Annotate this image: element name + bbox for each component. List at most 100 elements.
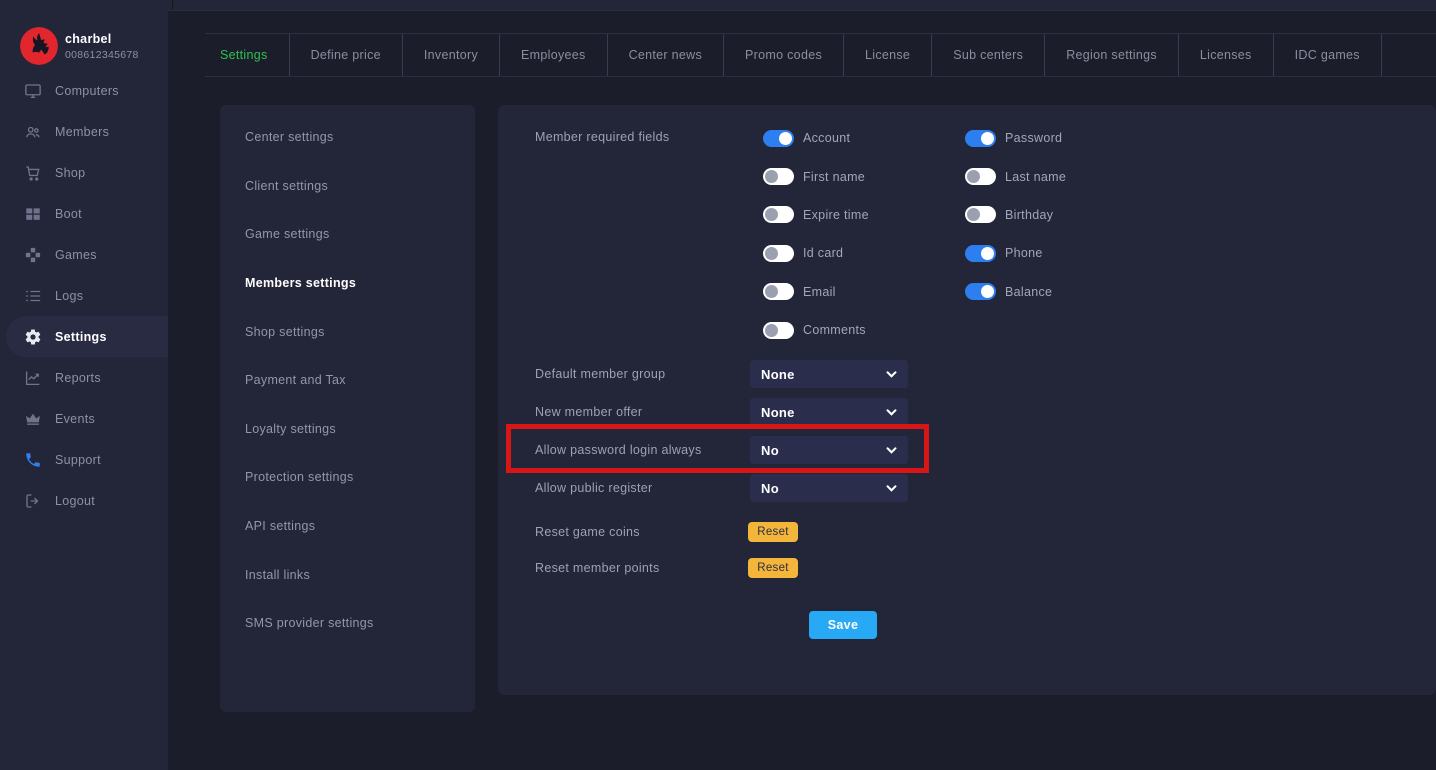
- sidebar-item-logs[interactable]: Logs: [0, 275, 168, 316]
- sidebar-item-reports[interactable]: Reports: [0, 357, 168, 398]
- tab-settings[interactable]: Settings: [205, 34, 290, 76]
- sidebar-item-boot[interactable]: Boot: [0, 193, 168, 234]
- subnav-api-settings[interactable]: API settings: [220, 502, 475, 551]
- toggle-switch[interactable]: [763, 322, 794, 339]
- subnav-sms-provider-settings[interactable]: SMS provider settings: [220, 599, 475, 648]
- toggle-switch[interactable]: [763, 206, 794, 223]
- top-strip: [0, 0, 1436, 10]
- user-profile[interactable]: charbel 008612345678: [20, 27, 139, 65]
- toggle-birthday[interactable]: Birthday: [965, 206, 1167, 223]
- toggle-switch[interactable]: [763, 283, 794, 300]
- tab-center-news[interactable]: Center news: [608, 34, 724, 76]
- field-label: Reset game coins: [535, 525, 748, 539]
- field-reset-game-coins: Reset game coins Reset: [535, 522, 915, 542]
- monitor-icon: [24, 82, 42, 100]
- sidebar-item-label: Members: [55, 125, 109, 139]
- subnav-payment-and-tax[interactable]: Payment and Tax: [220, 356, 475, 405]
- toggle-knob: [967, 170, 980, 183]
- chevron-down-icon: [886, 371, 897, 378]
- toggle-password[interactable]: Password: [965, 130, 1167, 147]
- allow-password-login-always-select[interactable]: No: [750, 436, 908, 464]
- field-label: New member offer: [535, 405, 750, 419]
- field-reset-member-points: Reset member points Reset: [535, 558, 915, 578]
- field-label: Default member group: [535, 367, 750, 381]
- save-button[interactable]: Save: [809, 611, 877, 639]
- toggle-expire-time[interactable]: Expire time: [763, 206, 965, 223]
- tab-inventory[interactable]: Inventory: [403, 34, 500, 76]
- sidebar-item-label: Shop: [55, 166, 85, 180]
- subnav-game-settings[interactable]: Game settings: [220, 210, 475, 259]
- phone-icon: [24, 451, 42, 469]
- toggle-switch[interactable]: [763, 168, 794, 185]
- tab-promo-codes[interactable]: Promo codes: [724, 34, 844, 76]
- tab-define-price[interactable]: Define price: [290, 34, 403, 76]
- default-member-group-select[interactable]: None: [750, 360, 908, 388]
- tab-sub-centers[interactable]: Sub centers: [932, 34, 1045, 76]
- field-label: Reset member points: [535, 561, 748, 575]
- toggle-label: Expire time: [803, 208, 869, 222]
- toggle-switch[interactable]: [965, 130, 996, 147]
- toggle-switch[interactable]: [763, 130, 794, 147]
- toggle-label: Id card: [803, 246, 843, 260]
- new-member-offer-select[interactable]: None: [750, 398, 908, 426]
- sidebar-item-settings[interactable]: Settings: [6, 316, 168, 357]
- sidebar-item-events[interactable]: Events: [0, 398, 168, 439]
- sidebar-item-label: Events: [55, 412, 95, 426]
- toggle-knob: [981, 285, 994, 298]
- windows-icon: [24, 205, 42, 223]
- sidebar-item-shop[interactable]: Shop: [0, 152, 168, 193]
- sidebar-item-label: Reports: [55, 371, 101, 385]
- toggle-switch[interactable]: [965, 206, 996, 223]
- toggle-last-name[interactable]: Last name: [965, 168, 1167, 185]
- reset-game-coins-button[interactable]: Reset: [748, 522, 798, 542]
- subnav-install-links[interactable]: Install links: [220, 550, 475, 599]
- sidebar-item-games[interactable]: Games: [0, 234, 168, 275]
- toggle-switch[interactable]: [965, 168, 996, 185]
- toggle-id-card[interactable]: Id card: [763, 245, 965, 262]
- toggle-switch[interactable]: [965, 283, 996, 300]
- subnav-loyalty-settings[interactable]: Loyalty settings: [220, 405, 475, 454]
- allow-public-register-select[interactable]: No: [750, 474, 908, 502]
- tab-license[interactable]: License: [844, 34, 932, 76]
- toggle-label: Email: [803, 285, 836, 299]
- sidebar-item-computers[interactable]: Computers: [0, 70, 168, 111]
- sidebar-item-label: Settings: [55, 330, 107, 344]
- settings-subnav-panel: Center settings Client settings Game set…: [220, 105, 475, 712]
- toggle-knob: [765, 247, 778, 260]
- toggle-knob: [967, 208, 980, 221]
- top-strip-divider: [172, 0, 173, 10]
- toggle-email[interactable]: Email: [763, 283, 965, 300]
- sidebar-item-logout[interactable]: Logout: [0, 480, 168, 521]
- subnav-members-settings[interactable]: Members settings: [220, 259, 475, 308]
- top-strip-border: [168, 10, 1436, 11]
- subnav-shop-settings[interactable]: Shop settings: [220, 307, 475, 356]
- sidebar-menu: Computers Members Shop Boot Games: [0, 70, 168, 521]
- tab-idc-games[interactable]: IDC games: [1274, 34, 1382, 76]
- subnav-client-settings[interactable]: Client settings: [220, 162, 475, 211]
- toggle-knob: [765, 170, 778, 183]
- toggle-label: Phone: [1005, 246, 1043, 260]
- subnav-protection-settings[interactable]: Protection settings: [220, 453, 475, 502]
- toggle-switch[interactable]: [763, 245, 794, 262]
- tab-licenses[interactable]: Licenses: [1179, 34, 1274, 76]
- toggle-phone[interactable]: Phone: [965, 245, 1167, 262]
- toggle-account[interactable]: Account: [763, 130, 965, 147]
- sidebar-item-members[interactable]: Members: [0, 111, 168, 152]
- user-info: charbel 008612345678: [65, 32, 139, 61]
- reset-member-points-button[interactable]: Reset: [748, 558, 798, 578]
- required-fields-label: Member required fields: [535, 130, 669, 144]
- select-value: No: [761, 481, 779, 496]
- toggle-switch[interactable]: [965, 245, 996, 262]
- toggle-comments[interactable]: Comments: [763, 322, 965, 339]
- select-value: None: [761, 367, 795, 382]
- field-allow-password-login-always: Allow password login always No: [535, 436, 915, 464]
- toggle-balance[interactable]: Balance: [965, 283, 1167, 300]
- tab-employees[interactable]: Employees: [500, 34, 608, 76]
- subnav-center-settings[interactable]: Center settings: [220, 113, 475, 162]
- toggle-label: Password: [1005, 131, 1062, 145]
- toggle-first-name[interactable]: First name: [763, 168, 965, 185]
- toggle-label: Account: [803, 131, 850, 145]
- tab-region-settings[interactable]: Region settings: [1045, 34, 1179, 76]
- sidebar-item-support[interactable]: Support: [0, 439, 168, 480]
- sidebar-item-label: Boot: [55, 207, 82, 221]
